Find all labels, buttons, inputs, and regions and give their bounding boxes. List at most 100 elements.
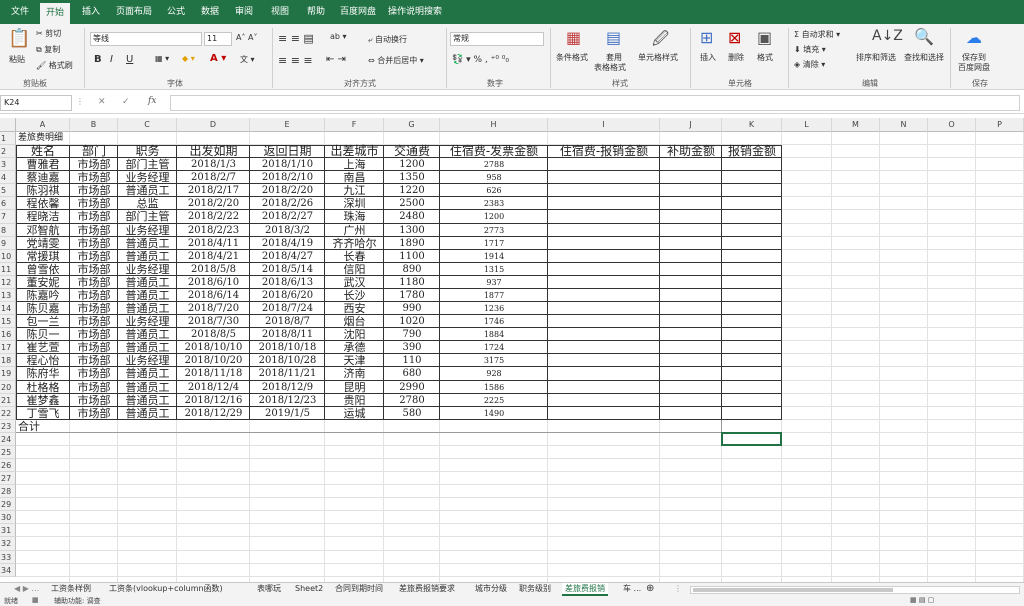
data-cell[interactable]: 2018/12/9	[250, 381, 325, 394]
tab-7[interactable]: 视图	[266, 0, 294, 24]
data-cell[interactable]: 2018/4/11	[177, 237, 250, 250]
data-cell[interactable]: 部门主管	[118, 210, 177, 223]
data-cell[interactable]: 2018/7/20	[177, 302, 250, 315]
cloud-icon[interactable]: ☁	[966, 28, 982, 47]
conditional-format-button[interactable]: 条件格式	[556, 52, 588, 63]
data-cell[interactable]: 2018/4/21	[177, 250, 250, 263]
column-header-E[interactable]: E	[250, 118, 325, 132]
format-cells-icon[interactable]: ▣	[757, 28, 772, 47]
format-painter-button[interactable]: 🖌 格式刷	[36, 60, 73, 71]
cell-style-button[interactable]: 单元格样式	[638, 52, 678, 63]
align-top-icon[interactable]: ≡ ≡ ▤	[278, 32, 314, 45]
row-header[interactable]: 11	[0, 262, 16, 276]
data-cell[interactable]: 990	[384, 302, 440, 315]
data-cell[interactable]: 承德	[325, 341, 384, 354]
data-cell[interactable]: 1586	[440, 381, 548, 394]
row-header[interactable]: 5	[0, 184, 16, 198]
row-header[interactable]: 2	[0, 145, 16, 159]
conditional-format-icon[interactable]: ▦	[566, 28, 581, 47]
data-cell[interactable]: 1490	[440, 407, 548, 420]
column-header-G[interactable]: G	[384, 118, 440, 132]
data-cell[interactable]: 齐齐哈尔	[325, 237, 384, 250]
row-header[interactable]: 19	[0, 367, 16, 381]
data-cell[interactable]: 武汉	[325, 276, 384, 289]
sheet-tab[interactable]: 工资条样例	[48, 583, 94, 596]
data-cell[interactable]: 1220	[384, 184, 440, 197]
column-header-J[interactable]: J	[660, 118, 722, 132]
data-cell[interactable]: 1914	[440, 250, 548, 263]
data-cell[interactable]: 390	[384, 341, 440, 354]
accessibility-status[interactable]: 辅助功能: 调查	[54, 596, 101, 606]
data-cell[interactable]: 2018/2/17	[177, 184, 250, 197]
data-cell[interactable]: 2773	[440, 224, 548, 237]
data-cell[interactable]: 2018/11/18	[177, 367, 250, 380]
column-header-M[interactable]: M	[832, 118, 880, 132]
row-header[interactable]: 15	[0, 315, 16, 329]
clear-button[interactable]: ◈ 清除 ▾	[794, 59, 825, 70]
data-cell[interactable]: 上海	[325, 158, 384, 171]
row-header[interactable]: 22	[0, 406, 16, 420]
data-cell[interactable]: 南昌	[325, 171, 384, 184]
data-cell[interactable]: 2018/2/20	[250, 184, 325, 197]
italic-button[interactable]: I	[110, 54, 113, 65]
data-cell[interactable]: 2788	[440, 158, 548, 171]
data-cell[interactable]: 市场部	[70, 158, 118, 171]
data-cell[interactable]: 2018/7/30	[177, 315, 250, 328]
data-cell[interactable]: 680	[384, 367, 440, 380]
insert-cells-icon[interactable]: ⊞	[700, 28, 713, 47]
autosum-button[interactable]: Σ 自动求和 ▾	[794, 29, 840, 40]
row-header[interactable]: 3	[0, 158, 16, 172]
data-cell[interactable]: 陈嘉吟	[16, 289, 70, 302]
sheet-tab[interactable]: 表哪玩	[254, 583, 284, 596]
row-header[interactable]: 31	[0, 524, 16, 538]
data-cell[interactable]: 2018/10/28	[250, 354, 325, 367]
data-cell[interactable]: 2018/3/2	[250, 224, 325, 237]
row-header[interactable]: 26	[0, 459, 16, 473]
underline-button[interactable]: U	[126, 54, 133, 65]
data-cell[interactable]: 业务经理	[118, 224, 177, 237]
row-header[interactable]: 23	[0, 419, 16, 433]
data-cell[interactable]: 党靖雯	[16, 237, 70, 250]
data-cell[interactable]: 部门主管	[118, 158, 177, 171]
data-cell[interactable]: 市场部	[70, 302, 118, 315]
data-cell[interactable]: 2480	[384, 210, 440, 223]
data-cell[interactable]: 普通员工	[118, 328, 177, 341]
find-icon[interactable]: 🔍	[914, 27, 934, 46]
data-cell[interactable]: 2018/8/11	[250, 328, 325, 341]
data-cell[interactable]: 2018/4/27	[250, 250, 325, 263]
data-cell[interactable]: 市场部	[70, 237, 118, 250]
tab-1[interactable]: 开始	[40, 3, 70, 24]
data-cell[interactable]: 2383	[440, 197, 548, 210]
column-header-O[interactable]: O	[928, 118, 976, 132]
data-cell[interactable]: 昆明	[325, 381, 384, 394]
data-cell[interactable]: 2018/5/8	[177, 263, 250, 276]
row-header[interactable]: 20	[0, 380, 16, 394]
data-cell[interactable]: 2018/5/14	[250, 263, 325, 276]
data-cell[interactable]: 蔡迪嘉	[16, 171, 70, 184]
data-cell[interactable]: 市场部	[70, 263, 118, 276]
data-cell[interactable]: 长沙	[325, 289, 384, 302]
data-cell[interactable]: 普通员工	[118, 341, 177, 354]
data-cell[interactable]: 普通员工	[118, 394, 177, 407]
row-header[interactable]: 18	[0, 354, 16, 368]
data-cell[interactable]: 普通员工	[118, 289, 177, 302]
data-cell[interactable]: 业务经理	[118, 354, 177, 367]
row-header[interactable]: 33	[0, 550, 16, 564]
data-cell[interactable]: 2500	[384, 197, 440, 210]
data-cell[interactable]: 2018/6/20	[250, 289, 325, 302]
data-cell[interactable]: 陈贝一	[16, 328, 70, 341]
data-cell[interactable]: 信阳	[325, 263, 384, 276]
row-header[interactable]: 34	[0, 563, 16, 577]
currency-icon[interactable]: 💱 ▾ % ‚ ⁺⁰ ⁰₀	[452, 55, 509, 65]
data-cell[interactable]: 2018/10/20	[177, 354, 250, 367]
row-header[interactable]: 10	[0, 249, 16, 263]
data-cell[interactable]: 曾雪依	[16, 263, 70, 276]
data-cell[interactable]: 2018/4/19	[250, 237, 325, 250]
data-cell[interactable]: 包一兰	[16, 315, 70, 328]
confirm-icon[interactable]: ✓	[122, 97, 130, 107]
data-cell[interactable]: 济南	[325, 367, 384, 380]
data-cell[interactable]: 普通员工	[118, 237, 177, 250]
row-header[interactable]: 6	[0, 197, 16, 211]
data-cell[interactable]: 890	[384, 263, 440, 276]
data-cell[interactable]: 董安妮	[16, 276, 70, 289]
